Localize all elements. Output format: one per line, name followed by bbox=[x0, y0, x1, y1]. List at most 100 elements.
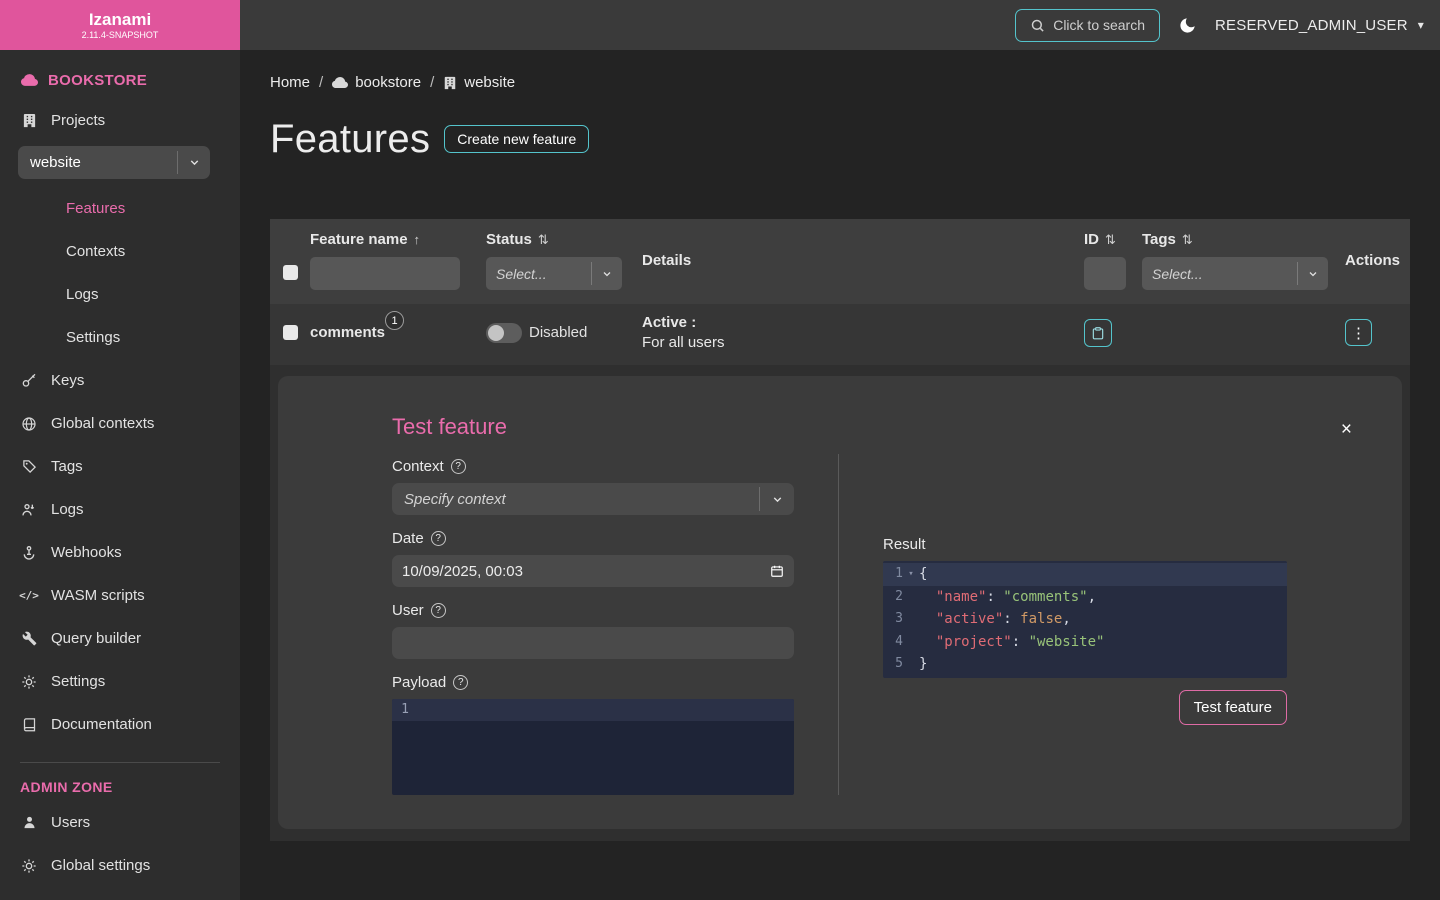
close-icon[interactable]: × bbox=[1341, 420, 1352, 439]
status-label: Disabled bbox=[529, 324, 587, 341]
project-select[interactable]: website bbox=[18, 146, 210, 179]
tenant-label: BOOKSTORE bbox=[48, 72, 147, 89]
chevron-down-icon bbox=[1298, 268, 1328, 280]
breadcrumb-home[interactable]: Home bbox=[270, 74, 310, 91]
help-icon[interactable]: ? bbox=[431, 531, 446, 546]
sidebar-item-tags[interactable]: Tags bbox=[0, 445, 240, 488]
details-cell: Active : For all users bbox=[642, 314, 1072, 351]
key-icon bbox=[20, 373, 38, 389]
gear-icon bbox=[20, 858, 38, 874]
page-header: Features Create new feature bbox=[270, 117, 1410, 161]
sidebar-item-users[interactable]: Users bbox=[0, 801, 240, 844]
chevron-down-icon bbox=[760, 493, 794, 506]
sidebar-item-global-contexts[interactable]: Global contexts bbox=[0, 402, 240, 445]
row-actions-button[interactable]: ⋮ bbox=[1345, 319, 1372, 346]
sort-asc-icon[interactable]: ↑ bbox=[414, 232, 421, 247]
table-row: comments 1 Disabled Active : For all use… bbox=[270, 304, 1410, 365]
create-feature-button[interactable]: Create new feature bbox=[444, 125, 589, 153]
globe-icon bbox=[20, 416, 38, 432]
sidebar-item-label: Projects bbox=[51, 112, 105, 129]
payload-editor-line: 1 bbox=[392, 699, 794, 721]
result-label: Result bbox=[883, 536, 1287, 553]
search-icon bbox=[1030, 18, 1045, 33]
usage-count-badge: 1 bbox=[385, 311, 404, 330]
sidebar-item-contexts[interactable]: Contexts bbox=[0, 230, 240, 273]
feature-name-cell[interactable]: comments 1 bbox=[310, 324, 385, 341]
wrench-icon bbox=[20, 631, 38, 646]
topbar: Izanami 2.11.4-SNAPSHOT Click to search … bbox=[0, 0, 1440, 50]
help-icon[interactable]: ? bbox=[453, 675, 468, 690]
column-header-id[interactable]: ID ⇅ bbox=[1084, 231, 1130, 248]
sidebar-item-label: WASM scripts bbox=[51, 587, 145, 604]
sidebar-item-project-logs[interactable]: Logs bbox=[0, 273, 240, 316]
sidebar-item-wasm-scripts[interactable]: </> WASM scripts bbox=[0, 574, 240, 617]
result-code[interactable]: 1▾{2 "name": "comments",3 "active": fals… bbox=[883, 561, 1287, 678]
search-button[interactable]: Click to search bbox=[1015, 9, 1160, 42]
column-header-feature-name[interactable]: Feature name ↑ bbox=[310, 231, 486, 248]
tags-filter-select[interactable]: Select... bbox=[1142, 257, 1328, 290]
user-input[interactable] bbox=[392, 627, 794, 659]
sidebar-item-label: Query builder bbox=[51, 630, 141, 647]
feature-name-filter-input[interactable] bbox=[310, 257, 460, 290]
sort-both-icon[interactable]: ⇅ bbox=[1105, 232, 1116, 248]
sidebar-item-query-builder[interactable]: Query builder bbox=[0, 617, 240, 660]
table-header: Feature name ↑ Status ⇅ Select... bbox=[270, 219, 1410, 304]
sidebar-item-project-settings[interactable]: Settings bbox=[0, 316, 240, 359]
breadcrumb-tenant[interactable]: bookstore bbox=[332, 74, 421, 91]
cloud-icon bbox=[332, 75, 348, 91]
feature-toggle[interactable] bbox=[486, 323, 522, 343]
sidebar-item-projects[interactable]: Projects bbox=[0, 99, 240, 142]
webhook-icon bbox=[20, 545, 38, 561]
clipboard-icon bbox=[1091, 326, 1105, 340]
sort-both-icon[interactable]: ⇅ bbox=[538, 232, 549, 248]
help-icon[interactable]: ? bbox=[451, 459, 466, 474]
sidebar-item-settings[interactable]: Settings bbox=[0, 660, 240, 703]
sort-both-icon[interactable]: ⇅ bbox=[1182, 232, 1193, 248]
status-filter-select[interactable]: Select... bbox=[486, 257, 622, 290]
sidebar-item-label: Logs bbox=[51, 501, 84, 518]
code-line: 2 "name": "comments", bbox=[883, 586, 1287, 609]
breadcrumb: Home / bookstore / website bbox=[270, 74, 1410, 91]
user-label: User bbox=[392, 602, 424, 619]
column-header-tags[interactable]: Tags ⇅ bbox=[1142, 231, 1334, 248]
date-label: Date bbox=[392, 530, 424, 547]
context-select[interactable]: Specify context bbox=[392, 483, 794, 515]
user-icon bbox=[20, 815, 38, 830]
copy-id-button[interactable] bbox=[1084, 319, 1112, 347]
breadcrumb-project[interactable]: website bbox=[443, 74, 515, 91]
calendar-icon[interactable] bbox=[770, 564, 784, 578]
building-icon bbox=[443, 76, 457, 90]
features-table: Feature name ↑ Status ⇅ Select... bbox=[270, 219, 1410, 841]
date-input[interactable]: 10/09/2025, 00:03 bbox=[392, 555, 794, 587]
sidebar-item-global-settings[interactable]: Global settings bbox=[0, 844, 240, 887]
id-filter-input[interactable] bbox=[1084, 257, 1126, 290]
theme-toggle-button[interactable] bbox=[1178, 16, 1197, 35]
chevron-down-icon bbox=[178, 156, 210, 169]
payload-editor[interactable]: 1 bbox=[392, 699, 794, 795]
row-checkbox[interactable] bbox=[283, 325, 298, 340]
sidebar-item-label: Webhooks bbox=[51, 544, 122, 561]
code-line: 4 "project": "website" bbox=[883, 631, 1287, 654]
sidebar-item-tenant[interactable]: BOOKSTORE bbox=[0, 56, 240, 99]
sidebar-item-label: Global contexts bbox=[51, 415, 154, 432]
select-all-checkbox[interactable] bbox=[283, 265, 298, 280]
code-line: 3 "active": false, bbox=[883, 608, 1287, 631]
app-window: Izanami 2.11.4-SNAPSHOT Click to search … bbox=[0, 0, 1440, 900]
column-header-status[interactable]: Status ⇅ bbox=[486, 231, 642, 248]
sidebar-item-documentation[interactable]: Documentation bbox=[0, 703, 240, 746]
sidebar-item-keys[interactable]: Keys bbox=[0, 359, 240, 402]
sidebar-item-logs[interactable]: Logs bbox=[0, 488, 240, 531]
admin-zone-heading: ADMIN ZONE bbox=[0, 765, 240, 801]
sidebar-item-webhooks[interactable]: Webhooks bbox=[0, 531, 240, 574]
app-logo[interactable]: Izanami 2.11.4-SNAPSHOT bbox=[0, 0, 240, 50]
app-version: 2.11.4-SNAPSHOT bbox=[82, 30, 159, 40]
breadcrumb-separator: / bbox=[430, 74, 434, 91]
test-feature-button[interactable]: Test feature bbox=[1179, 690, 1287, 725]
sidebar-item-label: Settings bbox=[51, 673, 105, 690]
help-icon[interactable]: ? bbox=[431, 603, 446, 618]
project-select-value: website bbox=[18, 154, 177, 171]
sidebar-item-features[interactable]: Features bbox=[0, 187, 240, 230]
sidebar-item-label: Keys bbox=[51, 372, 84, 389]
user-menu[interactable]: RESERVED_ADMIN_USER ▾ bbox=[1215, 17, 1424, 34]
code-line: 1▾{ bbox=[883, 563, 1287, 586]
